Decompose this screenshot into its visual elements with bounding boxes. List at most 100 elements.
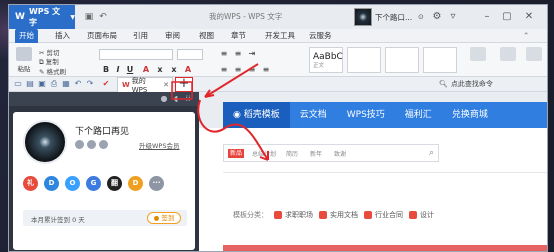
text-tools-button[interactable] bbox=[497, 47, 519, 73]
search-tag[interactable]: 简历 bbox=[286, 149, 298, 158]
nav-docer-label: 稻壳模板 bbox=[243, 110, 280, 120]
number-list-button[interactable]: ≡ bbox=[233, 49, 243, 59]
justify-button[interactable]: ≡ bbox=[261, 65, 271, 75]
nav-exchange-mall[interactable]: 兑换商城 bbox=[442, 102, 498, 128]
message-icon[interactable]: ◖ bbox=[171, 94, 181, 104]
search-tag[interactable]: 总结计划 bbox=[252, 149, 276, 158]
tab-references[interactable]: 引用 bbox=[129, 29, 152, 43]
app-menu-label: WPS 文字 bbox=[28, 7, 61, 27]
close-icon[interactable]: ✕ bbox=[521, 9, 537, 25]
nav-benefits[interactable]: 福利汇 bbox=[395, 102, 442, 128]
new-style-button[interactable] bbox=[467, 47, 489, 73]
minimize-icon[interactable]: – bbox=[479, 9, 495, 25]
member-badge-icon bbox=[87, 140, 96, 149]
font-name-select[interactable] bbox=[99, 49, 173, 60]
new-tab-button[interactable]: + bbox=[175, 77, 193, 92]
save-quick-icon[interactable]: ▣ bbox=[83, 11, 95, 23]
open-icon[interactable]: ▤ bbox=[25, 79, 35, 89]
preview-icon[interactable]: ▦ bbox=[61, 79, 71, 89]
nav-wps-tips[interactable]: WPS技巧 bbox=[337, 102, 395, 128]
app-shortcut-icon[interactable]: 礼 bbox=[23, 176, 38, 191]
maximize-icon[interactable]: ▢ bbox=[499, 9, 515, 25]
style-normal[interactable]: AaBbC 正文 bbox=[309, 47, 343, 73]
menu-bar: 开始 插入 页面布局 引用 审阅 视图 章节 开发工具 云服务 ⌃ bbox=[9, 29, 547, 43]
upgrade-link[interactable]: 升级WPS会员 bbox=[139, 140, 179, 150]
tab-cloud-service[interactable]: 云服务 bbox=[305, 29, 336, 43]
print-icon[interactable]: ⎙ bbox=[49, 79, 59, 89]
docer-icon: ◉ bbox=[233, 110, 244, 120]
app-shortcut-icon[interactable]: D bbox=[128, 176, 143, 191]
underline-button[interactable]: U bbox=[125, 65, 135, 75]
redo-icon[interactable]: ↷ bbox=[85, 79, 95, 89]
indent-button[interactable]: ⇥ bbox=[247, 49, 257, 59]
sign-in-button[interactable]: ● 签到 bbox=[147, 212, 181, 224]
search-tag[interactable]: 致谢 bbox=[334, 149, 346, 158]
app-shortcut-icon[interactable]: D bbox=[44, 176, 59, 191]
template-search[interactable]: 新品 总结计划 简历 新年 致谢 ⌕ bbox=[223, 144, 439, 162]
style-heading-1[interactable] bbox=[347, 47, 381, 73]
nav-docer-templates[interactable]: ◉ 稻壳模板 bbox=[223, 102, 290, 128]
user-dropdown-icon: ⊙ bbox=[418, 13, 424, 21]
skin-icon[interactable]: ▿ bbox=[445, 9, 461, 25]
app-shortcut-icon[interactable]: 翻 bbox=[107, 176, 122, 191]
category-job[interactable]: 求职职场 bbox=[274, 210, 313, 220]
category-contract[interactable]: 行业合同 bbox=[364, 210, 403, 220]
paste-label: 粘贴 bbox=[17, 65, 31, 73]
superscript-button[interactable]: x bbox=[155, 65, 165, 75]
format-painter-button[interactable]: ✎ 格式刷 bbox=[39, 66, 66, 76]
search-icon[interactable]: ⌕ bbox=[429, 148, 434, 158]
ribbon-collapse-icon[interactable]: ⌃ bbox=[519, 29, 533, 43]
tab-view[interactable]: 视图 bbox=[195, 29, 218, 43]
app-shortcut-icon[interactable]: O bbox=[65, 176, 80, 191]
bold-button[interactable]: B bbox=[101, 65, 111, 75]
user-badges bbox=[75, 140, 108, 149]
find-command[interactable]: 🔍︎ 点此查找命令 bbox=[439, 79, 493, 89]
category-design[interactable]: 设计 bbox=[409, 210, 434, 220]
search-tag[interactable]: 新年 bbox=[310, 149, 322, 158]
app-shortcut-icon[interactable]: G bbox=[86, 176, 101, 191]
style-heading-2[interactable] bbox=[385, 47, 419, 73]
contract-icon bbox=[364, 211, 372, 219]
undo-quick-icon[interactable]: ↶ bbox=[97, 11, 109, 23]
settings-icon[interactable]: ⚙ bbox=[429, 9, 445, 25]
search-tag-new[interactable]: 新品 bbox=[228, 149, 245, 158]
text-effect-button[interactable]: A bbox=[183, 65, 193, 75]
grid-icon[interactable]: ⁞⁞ bbox=[183, 94, 193, 104]
undo-icon[interactable]: ↶ bbox=[73, 79, 83, 89]
close-tab-icon[interactable]: ✕ bbox=[163, 81, 169, 89]
italic-button[interactable]: I bbox=[113, 65, 123, 75]
tab-page-layout[interactable]: 页面布局 bbox=[83, 29, 121, 43]
tab-review[interactable]: 审阅 bbox=[161, 29, 184, 43]
font-color-button[interactable]: A bbox=[141, 65, 151, 75]
save-icon[interactable]: ▣ bbox=[37, 79, 47, 89]
align-left-button[interactable]: ≡ bbox=[219, 65, 229, 75]
find-command-label: 点此查找命令 bbox=[450, 80, 493, 88]
find-replace-button[interactable] bbox=[523, 47, 545, 73]
style-heading-3[interactable] bbox=[423, 47, 457, 73]
check-icon[interactable]: ✔ bbox=[101, 79, 111, 89]
content-nav: ◉ 稻壳模板 云文档 WPS技巧 福利汇 兑换商城 bbox=[223, 102, 547, 128]
tab-insert[interactable]: 插入 bbox=[51, 29, 74, 43]
title-bar: W WPS 文字 ▼ ▣ ↶ 我的WPS - WPS 文字 下个路口... ⊙ … bbox=[9, 5, 547, 29]
tab-developer[interactable]: 开发工具 bbox=[261, 29, 299, 43]
tab-my-wps[interactable]: W 我的WPS ✕ bbox=[117, 77, 173, 94]
align-right-button[interactable]: ≡ bbox=[247, 65, 257, 75]
user-avatar[interactable] bbox=[23, 120, 67, 164]
subscript-button[interactable]: x bbox=[169, 65, 179, 75]
tab-start[interactable]: 开始 bbox=[15, 29, 38, 43]
window-title: 我的WPS - WPS 文字 bbox=[209, 12, 283, 21]
sign-in-status: 本月累计签到 0 天 bbox=[31, 216, 85, 224]
bullet-list-button[interactable]: ≡ bbox=[219, 49, 229, 59]
new-doc-icon[interactable]: ▭ bbox=[13, 79, 23, 89]
align-center-button[interactable]: ≡ bbox=[233, 65, 243, 75]
app-shortcut-icon[interactable]: ··· bbox=[149, 176, 164, 191]
font-size-select[interactable] bbox=[177, 49, 203, 60]
user-account[interactable]: 下个路口... ⊙ bbox=[354, 8, 424, 26]
sign-in-bar: 本月累计签到 0 天 ● 签到 bbox=[23, 210, 187, 226]
nav-cloud-docs[interactable]: 云文档 bbox=[290, 102, 337, 128]
app-menu-button[interactable]: W WPS 文字 ▼ bbox=[9, 5, 75, 29]
category-docs[interactable]: 实用文档 bbox=[319, 210, 358, 220]
tab-chapter[interactable]: 章节 bbox=[227, 29, 250, 43]
paste-button[interactable]: 粘贴 bbox=[13, 47, 35, 73]
notification-icon[interactable]: ● bbox=[159, 94, 169, 104]
